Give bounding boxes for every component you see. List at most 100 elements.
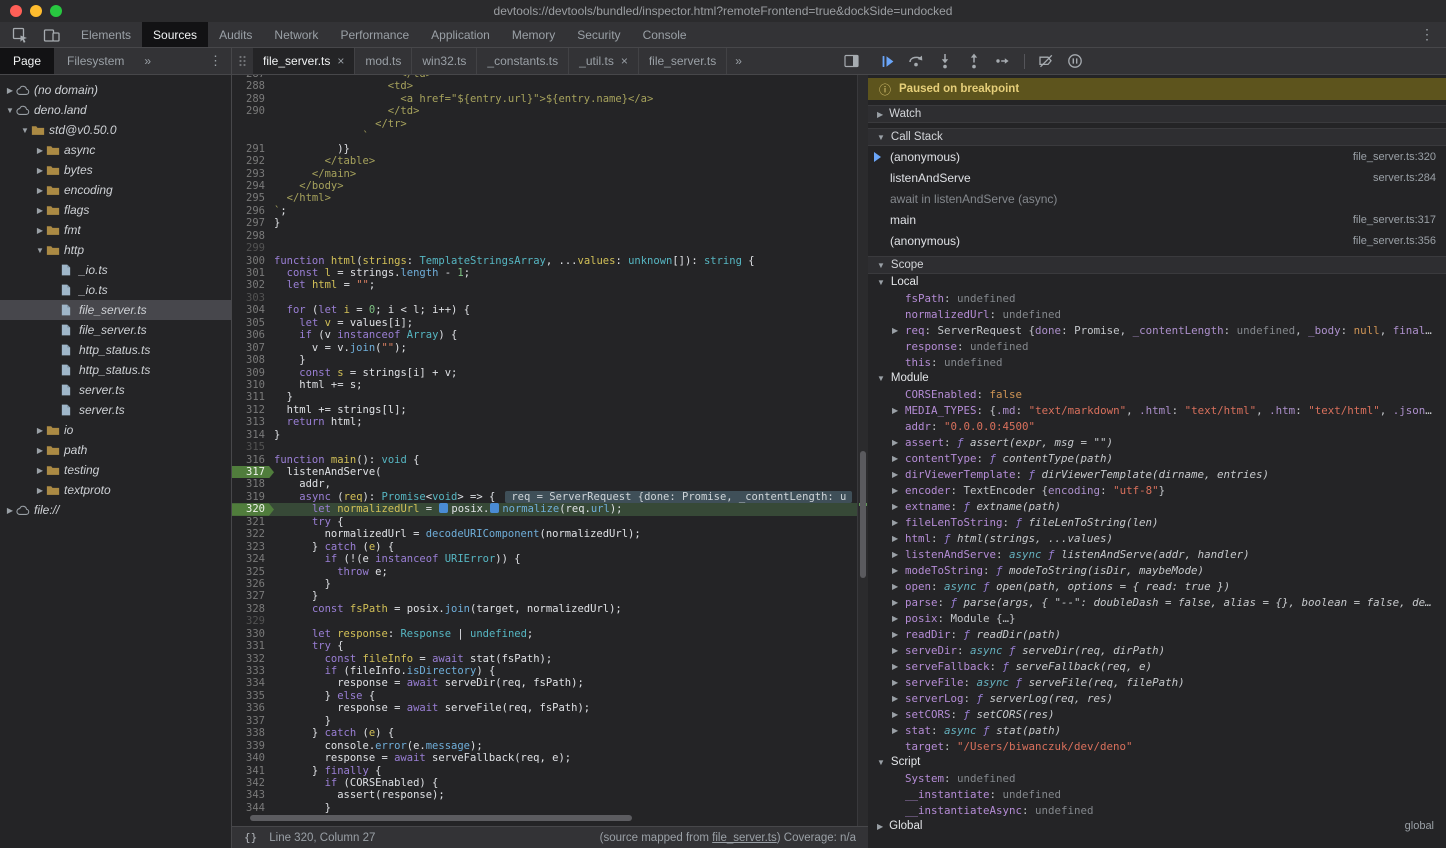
chevron-right-icon[interactable]: ▶ — [892, 678, 905, 687]
line-number[interactable]: 344 — [232, 802, 274, 814]
line-number[interactable]: 298 — [232, 230, 274, 242]
scope-property[interactable]: normalizedUrl: undefined — [868, 306, 1446, 322]
line-number[interactable]: 291 — [232, 143, 274, 155]
code-line[interactable]: 290 </td> — [232, 105, 868, 117]
line-number[interactable]: 299 — [232, 242, 274, 254]
code-line[interactable]: 321 try { — [232, 516, 868, 528]
tree-item-io-ts[interactable]: _io.ts — [0, 260, 231, 280]
line-number[interactable]: 315 — [232, 441, 274, 453]
line-number[interactable] — [232, 118, 274, 130]
code-line[interactable]: 318 addr, — [232, 478, 868, 490]
code-line[interactable]: 322 normalizedUrl = decodeURIComponent(n… — [232, 528, 868, 540]
scope-property[interactable]: response: undefined — [868, 338, 1446, 354]
code-line[interactable]: 300function html(strings: TemplateString… — [232, 255, 868, 267]
tree-expanded-arrow[interactable]: ▼ — [34, 246, 46, 255]
tree-item-std-v0-50-0[interactable]: ▼std@v0.50.0 — [0, 120, 231, 140]
line-number[interactable]: 330 — [232, 628, 274, 640]
line-number[interactable]: 304 — [232, 304, 274, 316]
code-line[interactable]: ` — [232, 130, 868, 142]
scope-property[interactable]: ▶serveFile: async ƒ serveFile(req, fileP… — [868, 674, 1446, 690]
scope-property[interactable]: ▶serveDir: async ƒ serveDir(req, dirPath… — [868, 642, 1446, 658]
code-line[interactable]: 293 </main> — [232, 168, 868, 180]
scope-property[interactable]: CORSEnabled: false — [868, 386, 1446, 402]
more-options-icon[interactable]: ⋮ — [1408, 22, 1446, 47]
scope-section-header[interactable]: ▼ Scope — [868, 256, 1446, 274]
vertical-scrollbar[interactable] — [857, 75, 868, 826]
tree-item-path[interactable]: ▶path — [0, 440, 231, 460]
code-line[interactable]: 337 } — [232, 715, 868, 727]
chevron-right-icon[interactable]: ▶ — [892, 614, 905, 623]
tree-item-http-status-ts[interactable]: http_status.ts — [0, 360, 231, 380]
code-line[interactable]: 311 } — [232, 391, 868, 403]
scope-property[interactable]: ▶serverLog: ƒ serverLog(req, res) — [868, 690, 1446, 706]
line-number[interactable]: 338 — [232, 727, 274, 739]
call-stack-frame[interactable]: listenAndServeserver.ts:284 — [868, 167, 1446, 188]
tree-collapsed-arrow[interactable]: ▶ — [34, 206, 46, 215]
code-line[interactable]: 299 — [232, 242, 868, 254]
tab-memory[interactable]: Memory — [501, 22, 566, 47]
chevron-right-icon[interactable]: ▶ — [892, 646, 905, 655]
line-number[interactable]: 324 — [232, 553, 274, 565]
scope-property[interactable]: this: undefined — [868, 354, 1446, 370]
tree-item-http-status-ts[interactable]: http_status.ts — [0, 340, 231, 360]
scope-property[interactable]: target: "/Users/biwanczuk/dev/deno" — [868, 738, 1446, 754]
editor-tab-file-server-ts[interactable]: file_server.ts× — [253, 48, 355, 74]
step-icon[interactable] — [995, 53, 1011, 69]
code-line[interactable]: 325 throw e; — [232, 566, 868, 578]
tree-collapsed-arrow[interactable]: ▶ — [4, 506, 16, 515]
scope-property[interactable]: ▶MEDIA_TYPES: {.md: "text/markdown", .ht… — [868, 402, 1446, 418]
tree-item-http[interactable]: ▼http — [0, 240, 231, 260]
line-number[interactable]: 341 — [232, 765, 274, 777]
horizontal-scrollbar[interactable] — [250, 815, 632, 821]
line-number[interactable]: 294 — [232, 180, 274, 192]
scope-property[interactable]: ▶assert: ƒ assert(expr, msg = "") — [868, 434, 1446, 450]
tree-item-testing[interactable]: ▶testing — [0, 460, 231, 480]
chevron-right-icon[interactable]: ▶ — [892, 710, 905, 719]
line-number[interactable]: 300 — [232, 255, 274, 267]
editor-tab-constants-ts[interactable]: _constants.ts — [477, 48, 569, 74]
editor-tab-win32-ts[interactable]: win32.ts — [412, 48, 477, 74]
code-line[interactable]: 326 } — [232, 578, 868, 590]
line-number[interactable]: 314 — [232, 429, 274, 441]
frame-location-link[interactable]: file_server.ts:356 — [1353, 235, 1436, 247]
line-number[interactable]: 322 — [232, 528, 274, 540]
minimize-window-button[interactable] — [30, 5, 42, 17]
line-number[interactable]: 334 — [232, 677, 274, 689]
scope-property[interactable]: fsPath: undefined — [868, 290, 1446, 306]
code-line[interactable]: 323 } catch (e) { — [232, 541, 868, 553]
line-number[interactable]: 331 — [232, 640, 274, 652]
tree-item-encoding[interactable]: ▶encoding — [0, 180, 231, 200]
tree-collapsed-arrow[interactable]: ▶ — [34, 486, 46, 495]
line-number[interactable]: 310 — [232, 379, 274, 391]
line-number[interactable]: 316 — [232, 454, 274, 466]
chevron-right-icon[interactable]: ▶ — [892, 662, 905, 671]
chevron-right-icon[interactable]: ▶ — [892, 598, 905, 607]
inline-breakpoint-marker[interactable] — [439, 503, 448, 513]
code-line[interactable]: 338 } catch (e) { — [232, 727, 868, 739]
chevron-right-icon[interactable]: ▶ — [892, 326, 905, 335]
tree-item-file-server-ts[interactable]: file_server.ts — [0, 320, 231, 340]
tree-collapsed-arrow[interactable]: ▶ — [34, 226, 46, 235]
tree-collapsed-arrow[interactable]: ▶ — [34, 446, 46, 455]
code-line[interactable]: 319 async (req): Promise<void> => {req =… — [232, 491, 868, 503]
navigator-tab-filesystem[interactable]: Filesystem — [54, 48, 137, 74]
code-line[interactable]: 304 for (let i = 0; i < l; i++) { — [232, 304, 868, 316]
line-number[interactable]: 288 — [232, 80, 274, 92]
line-number[interactable]: 302 — [232, 279, 274, 291]
tab-performance[interactable]: Performance — [329, 22, 420, 47]
code-line[interactable]: 340 response = await serveFallback(req, … — [232, 752, 868, 764]
tree-collapsed-arrow[interactable]: ▶ — [34, 186, 46, 195]
watch-section-header[interactable]: ▶ Watch — [868, 105, 1446, 123]
line-number[interactable]: 335 — [232, 690, 274, 702]
maximize-window-button[interactable] — [50, 5, 62, 17]
tree-item-async[interactable]: ▶async — [0, 140, 231, 160]
scope-property[interactable]: ▶setCORS: ƒ setCORS(res) — [868, 706, 1446, 722]
code-line[interactable]: 331 try { — [232, 640, 868, 652]
scope-property[interactable]: ▶modeToString: ƒ modeToString(isDir, may… — [868, 562, 1446, 578]
device-toolbar-icon[interactable] — [43, 27, 60, 43]
line-number[interactable]: 312 — [232, 404, 274, 416]
line-number[interactable]: 290 — [232, 105, 274, 117]
scope-property[interactable]: ▶stat: async ƒ stat(path) — [868, 722, 1446, 738]
tree-item-io-ts[interactable]: _io.ts — [0, 280, 231, 300]
step-over-icon[interactable] — [908, 53, 924, 69]
